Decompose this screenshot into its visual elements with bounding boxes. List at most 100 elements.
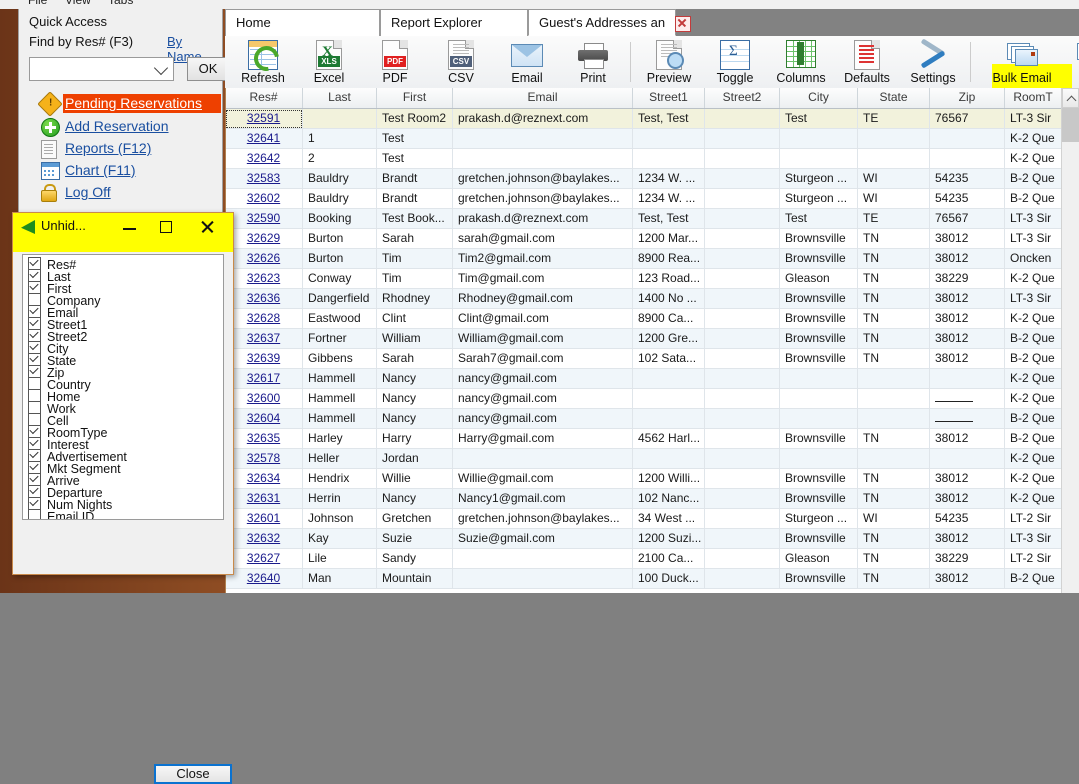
table-row[interactable]: 32601 Johnson Gretchen gretchen.johnson@bay… xyxy=(225,509,1079,529)
res-link[interactable]: 32635 xyxy=(247,431,280,445)
csv-button[interactable]: CSV CSV xyxy=(428,38,494,86)
grid-column-header-street2[interactable]: Street2 xyxy=(705,88,780,108)
ok-button[interactable]: OK xyxy=(187,57,229,81)
print-button[interactable]: Print xyxy=(560,38,626,86)
cell-res[interactable]: 32591 xyxy=(225,109,303,129)
data-grid[interactable]: Res# Last First Email Street1 Street2 City Stat… xyxy=(225,88,1079,593)
columns-button[interactable]: Columns xyxy=(768,38,834,86)
table-row[interactable]: 32623 Conway Tim Tim@gmail.com 123 Road... Gl… xyxy=(225,269,1079,289)
table-row[interactable]: 32635 Harley Harry Harry@gmail.com 4562 Harl… xyxy=(225,429,1079,449)
table-row[interactable]: 32641 1 Test K-2 Que xyxy=(225,129,1079,149)
dialog-close-button[interactable]: Close xyxy=(154,764,232,784)
table-row[interactable]: 32632 Kay Suzie Suzie@gmail.com 1200 Suzi...… xyxy=(225,529,1079,549)
table-row[interactable]: 32628 Eastwood Clint Clint@gmail.com 8900 Ca… xyxy=(225,309,1079,329)
pdf-button[interactable]: PDF PDF xyxy=(362,38,428,86)
grid-column-header-state[interactable]: State xyxy=(858,88,930,108)
cell-res[interactable]: 32600 xyxy=(225,389,303,409)
reports-link[interactable]: Reports (F12) xyxy=(65,140,151,156)
cell-res[interactable]: 32641 xyxy=(225,129,303,149)
refresh-button[interactable]: Refresh xyxy=(230,38,296,86)
res-link[interactable]: 32602 xyxy=(247,191,280,205)
cell-res[interactable]: 32636 xyxy=(225,289,303,309)
res-link[interactable]: 32631 xyxy=(247,491,280,505)
close-icon[interactable] xyxy=(195,217,221,237)
close-icon[interactable] xyxy=(674,15,691,32)
grid-column-header-street1[interactable]: Street1 xyxy=(633,88,705,108)
menu-item-tabs[interactable]: Tabs xyxy=(108,0,133,7)
cell-res[interactable]: 32634 xyxy=(225,469,303,489)
grid-column-header-last[interactable]: Last xyxy=(303,88,377,108)
table-row[interactable]: 32639 Gibbens Sarah Sarah7@gmail.com 102 Sat… xyxy=(225,349,1079,369)
res-link[interactable]: 32617 xyxy=(247,371,280,385)
cell-res[interactable]: 32583 xyxy=(225,169,303,189)
scrollbar-thumb[interactable] xyxy=(1062,108,1079,142)
add-reservation-link[interactable]: Add Reservation xyxy=(65,118,169,134)
table-row[interactable]: 32602 Bauldry Brandt gretchen.johnson@bayla… xyxy=(225,189,1079,209)
grid-column-header-email[interactable]: Email xyxy=(453,88,633,108)
res-link[interactable]: 32626 xyxy=(247,251,280,265)
cell-res[interactable]: 32627 xyxy=(225,549,303,569)
defaults-button[interactable]: Defaults xyxy=(834,38,900,86)
tab-report-explorer[interactable]: Report Explorer xyxy=(380,9,528,36)
table-row[interactable]: 32617 Hammell Nancy nancy@gmail.com K-2 Que xyxy=(225,369,1079,389)
res-link[interactable]: 32629 xyxy=(247,231,280,245)
pending-reservations-link[interactable]: Pending Reservations xyxy=(65,95,202,111)
res-link[interactable]: 32637 xyxy=(247,331,280,345)
table-row[interactable]: 32636 Dangerfield Rhodney Rhodney@gmail.com… xyxy=(225,289,1079,309)
res-link[interactable]: 32628 xyxy=(247,311,280,325)
checkbox-row-emailid[interactable]: Email ID xyxy=(28,509,94,519)
cell-res[interactable]: 32578 xyxy=(225,449,303,469)
table-row[interactable]: 32642 2 Test K-2 Que xyxy=(225,149,1079,169)
cell-res[interactable]: 32642 xyxy=(225,149,303,169)
chart-link[interactable]: Chart (F11) xyxy=(65,162,136,178)
res-link[interactable]: 32623 xyxy=(247,271,280,285)
res-number-combo[interactable] xyxy=(29,57,174,81)
grid-column-header-res[interactable]: Res# xyxy=(225,88,303,108)
table-row[interactable]: 32626 Burton Tim Tim2@gmail.com 8900 Rea... B… xyxy=(225,249,1079,269)
excel-button[interactable]: X XLS Excel xyxy=(296,38,362,86)
cell-res[interactable]: 32631 xyxy=(225,489,303,509)
unhide-columns-dialog[interactable]: Unhid... Res# Last First Company Email Street… xyxy=(12,212,234,784)
table-row[interactable]: 32637 Fortner William William@gmail.com 1200… xyxy=(225,329,1079,349)
res-link[interactable]: 32642 xyxy=(247,151,280,165)
cell-res[interactable]: 32628 xyxy=(225,309,303,329)
menu-item-file[interactable]: File xyxy=(28,0,47,7)
table-row[interactable]: 32604 Hammell Nancy nancy@gmail.com B-2 Que xyxy=(225,409,1079,429)
dialog-title-bar[interactable]: Unhid... xyxy=(13,213,233,241)
tab-home[interactable]: Home xyxy=(225,9,380,36)
vertical-scrollbar[interactable] xyxy=(1061,88,1079,593)
table-row[interactable]: 32629 Burton Sarah sarah@gmail.com 1200 Mar.… xyxy=(225,229,1079,249)
cell-res[interactable]: 32601 xyxy=(225,509,303,529)
table-row[interactable]: 32600 Hammell Nancy nancy@gmail.com K-2 Que xyxy=(225,389,1079,409)
res-link[interactable]: 32583 xyxy=(247,171,280,185)
res-link[interactable]: 32641 xyxy=(247,131,280,145)
mail-merge-button[interactable]: Mai xyxy=(1067,38,1079,86)
cell-res[interactable]: 32637 xyxy=(225,329,303,349)
menu-item-view[interactable]: View xyxy=(65,0,91,7)
cell-res[interactable]: 32640 xyxy=(225,569,303,589)
grid-column-header-first[interactable]: First xyxy=(377,88,453,108)
log-off-link[interactable]: Log Off xyxy=(65,184,111,200)
minimize-icon[interactable] xyxy=(117,217,143,237)
preview-button[interactable]: Preview xyxy=(636,38,702,86)
table-row[interactable]: 32578 Heller Jordan K-2 Que xyxy=(225,449,1079,469)
toggle-button[interactable]: Σ Toggle xyxy=(702,38,768,86)
grid-column-header-roomt[interactable]: RoomT xyxy=(1005,88,1062,108)
table-row[interactable]: 32634 Hendrix Willie Willie@gmail.com 1200 W… xyxy=(225,469,1079,489)
cell-res[interactable]: 32635 xyxy=(225,429,303,449)
table-row[interactable]: 32627 Lile Sandy 2100 Ca... Gleason TN 38229 LT… xyxy=(225,549,1079,569)
res-link[interactable]: 32604 xyxy=(247,411,280,425)
table-row[interactable]: 32583 Bauldry Brandt gretchen.johnson@bayla… xyxy=(225,169,1079,189)
columns-checkbox-list[interactable]: Res# Last First Company Email Street1 Street2 C… xyxy=(22,254,224,520)
res-link[interactable]: 32627 xyxy=(247,551,280,565)
table-row[interactable]: 32590 Booking Test Book... prakash.d@reznex… xyxy=(225,209,1079,229)
cell-res[interactable]: 32626 xyxy=(225,249,303,269)
grid-column-header-zip[interactable]: Zip xyxy=(930,88,1005,108)
res-link[interactable]: 32590 xyxy=(247,211,280,225)
cell-res[interactable]: 32602 xyxy=(225,189,303,209)
cell-res[interactable]: 32604 xyxy=(225,409,303,429)
res-link[interactable]: 32634 xyxy=(247,471,280,485)
cell-res[interactable]: 32617 xyxy=(225,369,303,389)
res-link[interactable]: 32601 xyxy=(247,511,280,525)
res-link[interactable]: 32639 xyxy=(247,351,280,365)
